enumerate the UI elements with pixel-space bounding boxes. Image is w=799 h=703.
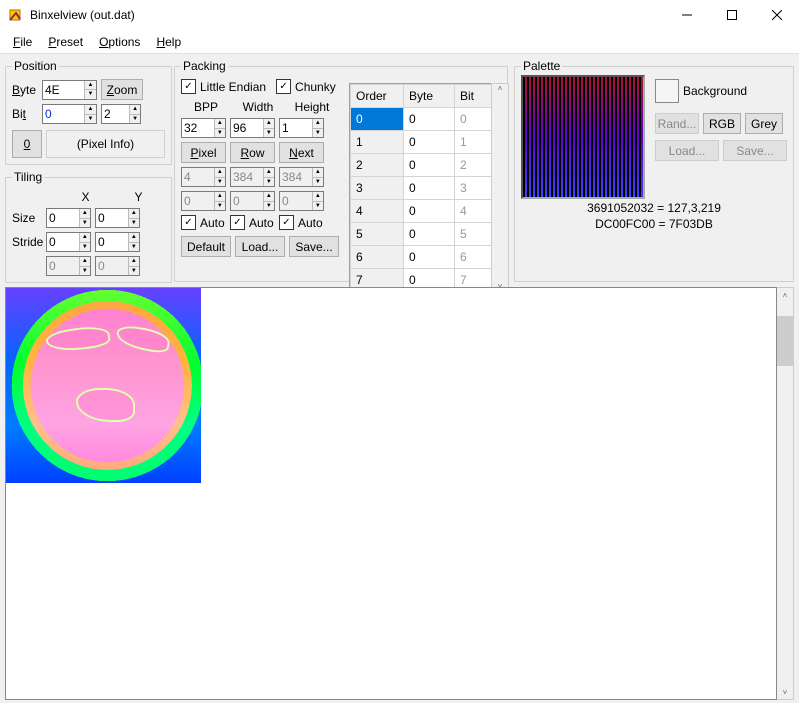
- zero-button[interactable]: 0: [12, 130, 42, 158]
- palette-preview[interactable]: [521, 75, 645, 199]
- window-controls: [664, 0, 799, 30]
- next-bits: ▲▼: [279, 191, 324, 211]
- pixel-info: (Pixel Info): [46, 130, 165, 158]
- col-order: Order: [351, 85, 404, 108]
- height-label: Height: [285, 100, 339, 114]
- scrollbar-thumb[interactable]: [777, 316, 793, 366]
- menu-preset[interactable]: Preset: [40, 33, 91, 51]
- window-title: Binxelview (out.dat): [30, 8, 664, 22]
- table-row[interactable]: 000: [351, 108, 492, 131]
- grey-button[interactable]: Grey: [745, 113, 783, 134]
- bit-table-scrollbar[interactable]: ˄ ˅: [491, 83, 509, 292]
- auto-pixel-checkbox[interactable]: ✓Auto: [181, 215, 226, 230]
- size-y-input[interactable]: ▲▼: [95, 208, 140, 228]
- background-label: Background: [683, 84, 747, 98]
- default-button[interactable]: Default: [181, 236, 231, 257]
- row-bits: ▲▼: [230, 191, 275, 211]
- width-label: Width: [231, 100, 285, 114]
- zoom-button[interactable]: Zoom: [101, 79, 143, 100]
- palette-info-1: 3691052032 = 127,3,219: [521, 201, 787, 215]
- row-button[interactable]: Row: [230, 142, 275, 163]
- table-row[interactable]: 101: [351, 131, 492, 154]
- palette-save-button: Save...: [723, 140, 787, 161]
- size-x-input[interactable]: ▲▼: [46, 208, 91, 228]
- position-group: Position Byte ▲▼ Zoom Bit ▲▼: [5, 59, 172, 165]
- spin-up-icon[interactable]: ▲: [85, 81, 96, 91]
- next-button[interactable]: Next: [279, 142, 324, 163]
- tiling-auto-x: ▲▼: [46, 256, 91, 276]
- minimize-button[interactable]: [664, 0, 709, 30]
- tiling-auto-y: ▲▼: [95, 256, 140, 276]
- height-input[interactable]: ▲▼: [279, 118, 324, 138]
- tiling-legend: Tiling: [12, 170, 44, 184]
- preview-scrollbar[interactable]: ˄ ˅: [777, 287, 794, 700]
- background-swatch[interactable]: [655, 79, 679, 103]
- maximize-button[interactable]: [709, 0, 754, 30]
- byte-input[interactable]: ▲▼: [42, 80, 97, 100]
- packing-legend: Packing: [181, 59, 228, 73]
- auto-next-checkbox[interactable]: ✓Auto: [279, 215, 324, 230]
- palette-info-2: DC00FC00 = 7F03DB: [521, 217, 787, 231]
- rgb-button[interactable]: RGB: [703, 113, 741, 134]
- bit-table[interactable]: Order Byte Bit 000 101 202 303 404 505 6…: [349, 83, 493, 293]
- chevron-up-icon[interactable]: ˄: [783, 288, 788, 302]
- menubar: File Preset Options Help: [0, 31, 799, 54]
- rand-button: Rand...: [655, 113, 699, 134]
- stride-x-input[interactable]: ▲▼: [46, 232, 91, 252]
- auto-row-checkbox[interactable]: ✓Auto: [230, 215, 275, 230]
- width-input[interactable]: ▲▼: [230, 118, 275, 138]
- pixel-bytes: ▲▼: [181, 167, 226, 187]
- menu-options[interactable]: Options: [91, 33, 148, 51]
- row-bytes: ▲▼: [230, 167, 275, 187]
- palette-legend: Palette: [521, 59, 562, 73]
- next-bytes: ▲▼: [279, 167, 324, 187]
- pixel-button[interactable]: Pixel: [181, 142, 226, 163]
- bpp-label: BPP: [181, 100, 231, 114]
- little-endian-checkbox[interactable]: ✓Little Endian: [181, 79, 266, 94]
- packing-save-button[interactable]: Save...: [289, 236, 339, 257]
- table-row[interactable]: 202: [351, 154, 492, 177]
- position-legend: Position: [12, 59, 59, 73]
- chunky-checkbox[interactable]: ✓Chunky: [276, 79, 336, 94]
- palette-load-button: Load...: [655, 140, 719, 161]
- pixel-bits: ▲▼: [181, 191, 226, 211]
- size-label: Size: [12, 211, 42, 225]
- col-byte: Byte: [404, 85, 455, 108]
- stride-y-input[interactable]: ▲▼: [95, 232, 140, 252]
- table-row[interactable]: 404: [351, 200, 492, 223]
- menu-help[interactable]: Help: [148, 33, 189, 51]
- tiling-group: Tiling X Y Size ▲▼ ▲▼ Stride ▲▼ ▲▼: [5, 170, 172, 283]
- close-button[interactable]: [754, 0, 799, 30]
- bit-extra-input[interactable]: ▲▼: [101, 104, 141, 124]
- byte-label: Byte: [12, 83, 38, 97]
- packing-load-button[interactable]: Load...: [235, 236, 285, 257]
- bpp-input[interactable]: ▲▼: [181, 118, 226, 138]
- table-row[interactable]: 505: [351, 223, 492, 246]
- table-row[interactable]: 606: [351, 246, 492, 269]
- col-bit: Bit: [455, 85, 492, 108]
- chevron-down-icon[interactable]: ˅: [783, 685, 788, 699]
- table-row[interactable]: 303: [351, 177, 492, 200]
- palette-group: Palette Background Rand... RGB Grey: [514, 59, 794, 282]
- preview-pane[interactable]: [5, 287, 777, 700]
- bit-input[interactable]: ▲▼: [42, 104, 97, 124]
- app-icon: [7, 7, 23, 23]
- tiling-y-label: Y: [112, 190, 165, 204]
- decoded-image: [6, 288, 201, 483]
- spin-down-icon[interactable]: ▼: [85, 90, 96, 99]
- stride-label: Stride: [12, 235, 42, 249]
- menu-file[interactable]: File: [5, 33, 40, 51]
- window-titlebar: Binxelview (out.dat): [0, 0, 799, 31]
- tiling-x-label: X: [59, 190, 112, 204]
- chevron-up-icon[interactable]: ˄: [498, 84, 503, 93]
- bit-label: Bit: [12, 107, 38, 121]
- packing-group: Packing ✓Little Endian ✓Chunky BPP Width…: [174, 59, 508, 282]
